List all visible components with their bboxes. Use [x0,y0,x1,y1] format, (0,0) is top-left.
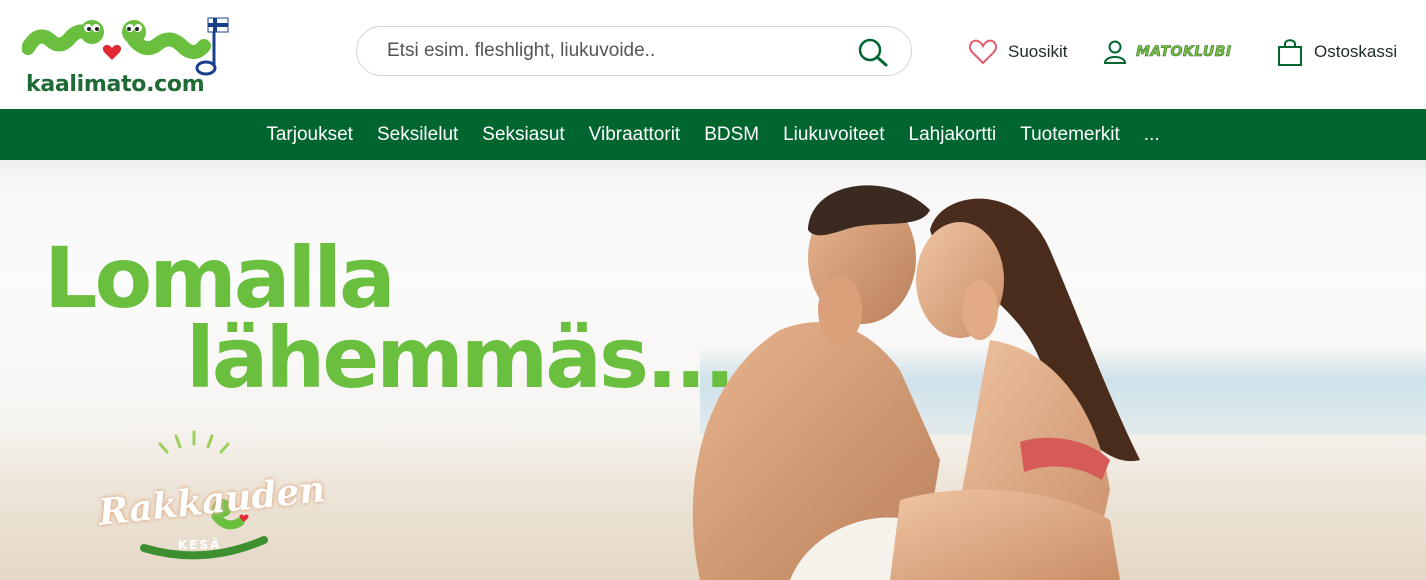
nav-item-tarjoukset[interactable]: Tarjoukset [254,124,365,146]
club-link[interactable]: MATOKLUBI [1102,34,1232,70]
heart-icon [968,39,998,65]
nav-item-bdsm[interactable]: BDSM [692,124,771,146]
search-icon [858,38,888,67]
nav-item-seksilelut[interactable]: Seksilelut [365,124,470,146]
search-input[interactable] [387,39,857,63]
nav-item-vibraattorit[interactable]: Vibraattorit [577,124,693,146]
hero-banner[interactable]: Lomalla lähemmäs... Rakkauden KESÄ [0,160,1426,580]
cart-label: Ostoskassi [1314,42,1398,61]
nav-item-lahjakortti[interactable]: Lahjakortti [897,124,1009,146]
main-nav: Tarjoukset Seksilelut Seksiasut Vibraatt… [0,109,1426,160]
nav-item-more[interactable]: ... [1132,124,1172,146]
search-button[interactable] [857,37,889,67]
summer-badge: Rakkauden KESÄ [84,430,327,580]
shopping-bag-icon [1278,39,1302,66]
nav-item-tuotemerkit[interactable]: Tuotemerkit [1008,124,1132,146]
site-header: kaalimato.com Suosikit MATOKLUBI Ostoska… [0,0,1426,109]
nav-item-seksiasut[interactable]: Seksiasut [470,124,576,146]
logo-wordmark: kaalimato.com [26,72,205,97]
favorites-label: Suosikit [1008,42,1068,61]
badge-subtitle: KESÄ [178,538,222,552]
favorites-link[interactable]: Suosikit [968,34,1068,70]
search-bar [356,26,912,76]
cart-link[interactable]: Ostoskassi [1276,34,1397,70]
user-icon [1103,40,1127,64]
worm-mascot-logo [22,17,229,76]
nav-item-liukuvoiteet[interactable]: Liukuvoiteet [771,124,896,146]
site-logo[interactable]: kaalimato.com [22,10,272,97]
hero-headline-line1: Lomalla [44,229,396,327]
hero-couple-image [692,185,1140,580]
club-badge: MATOKLUBI [1136,44,1232,61]
